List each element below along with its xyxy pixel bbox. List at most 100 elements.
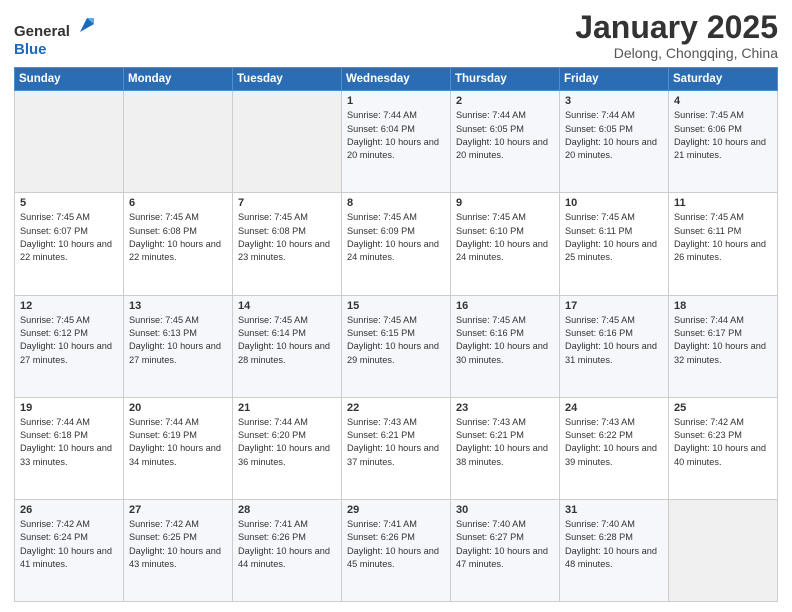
calendar-body: 1 Sunrise: 7:44 AMSunset: 6:04 PMDaylight…: [15, 91, 778, 602]
calendar-cell: 19 Sunrise: 7:44 AMSunset: 6:18 PMDayligh…: [15, 397, 124, 499]
calendar-cell: 25Sunrise: 7:42 AMSunset: 6:23 PMDayligh…: [669, 397, 778, 499]
day-number: 23: [456, 402, 554, 414]
calendar-cell: 21Sunrise: 7:44 AMSunset: 6:20 PMDayligh…: [233, 397, 342, 499]
cell-info: Sunrise: 7:45 AMSunset: 6:11 PMDaylight:…: [674, 211, 772, 264]
cell-info: Sunrise: 7:41 AMSunset: 6:26 PMDaylight:…: [347, 518, 445, 571]
calendar-cell: [124, 91, 233, 193]
calendar-cell: 26 Sunrise: 7:42 AMSunset: 6:24 PMDayligh…: [15, 499, 124, 601]
day-header-sunday: Sunday: [15, 68, 124, 91]
calendar-week-2: 5 Sunrise: 7:45 AMSunset: 6:07 PMDaylight…: [15, 193, 778, 295]
calendar-cell: 5 Sunrise: 7:45 AMSunset: 6:07 PMDaylight…: [15, 193, 124, 295]
day-number: 24: [565, 402, 663, 414]
cell-info: Sunrise: 7:45 AMSunset: 6:15 PMDaylight:…: [347, 314, 445, 367]
calendar-cell: [233, 91, 342, 193]
day-number: 25: [674, 402, 772, 414]
day-number: 3: [565, 95, 663, 107]
calendar-cell: [15, 91, 124, 193]
day-number: 29: [347, 504, 445, 516]
calendar-cell: 3Sunrise: 7:44 AMSunset: 6:05 PMDaylight…: [560, 91, 669, 193]
calendar-table: SundayMondayTuesdayWednesdayThursdayFrid…: [14, 67, 778, 602]
cell-info: Sunrise: 7:45 AMSunset: 6:13 PMDaylight:…: [129, 314, 227, 367]
day-number: 15: [347, 300, 445, 312]
calendar-week-3: 12 Sunrise: 7:45 AMSunset: 6:12 PMDayligh…: [15, 295, 778, 397]
day-number: 5: [20, 197, 118, 209]
logo-general: General: [14, 23, 70, 40]
logo: General Blue: [14, 14, 98, 59]
day-number: 19: [20, 402, 118, 414]
day-number: 30: [456, 504, 554, 516]
cell-info: Sunrise: 7:42 AMSunset: 6:24 PMDaylight:…: [20, 518, 118, 571]
logo-icon: [76, 14, 98, 36]
calendar-cell: 11Sunrise: 7:45 AMSunset: 6:11 PMDayligh…: [669, 193, 778, 295]
day-number: 18: [674, 300, 772, 312]
calendar-cell: 24 Sunrise: 7:43 AMSunset: 6:22 PMDayligh…: [560, 397, 669, 499]
day-number: 22: [347, 402, 445, 414]
page: General Blue January 2025 Delong, Chongq…: [0, 0, 792, 612]
day-number: 14: [238, 300, 336, 312]
cell-info: Sunrise: 7:45 AMSunset: 6:14 PMDaylight:…: [238, 314, 336, 367]
title-block: January 2025 Delong, Chongqing, China: [575, 10, 778, 61]
day-number: 31: [565, 504, 663, 516]
day-number: 1: [347, 95, 445, 107]
cell-info: Sunrise: 7:42 AMSunset: 6:25 PMDaylight:…: [129, 518, 227, 571]
day-header-thursday: Thursday: [451, 68, 560, 91]
cell-info: Sunrise: 7:45 AMSunset: 6:08 PMDaylight:…: [129, 211, 227, 264]
cell-info: Sunrise: 7:41 AMSunset: 6:26 PMDaylight:…: [238, 518, 336, 571]
day-number: 17: [565, 300, 663, 312]
cell-info: Sunrise: 7:44 AMSunset: 6:05 PMDaylight:…: [456, 109, 554, 162]
cell-info: Sunrise: 7:45 AMSunset: 6:16 PMDaylight:…: [456, 314, 554, 367]
calendar-cell: 14 Sunrise: 7:45 AMSunset: 6:14 PMDayligh…: [233, 295, 342, 397]
day-number: 20: [129, 402, 227, 414]
cell-info: Sunrise: 7:45 AMSunset: 6:12 PMDaylight:…: [20, 314, 118, 367]
day-number: 9: [456, 197, 554, 209]
calendar-cell: 1 Sunrise: 7:44 AMSunset: 6:04 PMDaylight…: [342, 91, 451, 193]
cell-info: Sunrise: 7:40 AMSunset: 6:28 PMDaylight:…: [565, 518, 663, 571]
calendar-cell: 15 Sunrise: 7:45 AMSunset: 6:15 PMDayligh…: [342, 295, 451, 397]
cell-info: Sunrise: 7:40 AMSunset: 6:27 PMDaylight:…: [456, 518, 554, 571]
cell-info: Sunrise: 7:45 AMSunset: 6:06 PMDaylight:…: [674, 109, 772, 162]
calendar-cell: 28 Sunrise: 7:41 AMSunset: 6:26 PMDayligh…: [233, 499, 342, 601]
cell-info: Sunrise: 7:43 AMSunset: 6:21 PMDaylight:…: [456, 416, 554, 469]
day-number: 6: [129, 197, 227, 209]
day-number: 8: [347, 197, 445, 209]
calendar-cell: 31 Sunrise: 7:40 AMSunset: 6:28 PMDayligh…: [560, 499, 669, 601]
calendar-cell: 29 Sunrise: 7:41 AMSunset: 6:26 PMDayligh…: [342, 499, 451, 601]
cell-info: Sunrise: 7:43 AMSunset: 6:22 PMDaylight:…: [565, 416, 663, 469]
calendar-cell: 18 Sunrise: 7:44 AMSunset: 6:17 PMDayligh…: [669, 295, 778, 397]
cell-info: Sunrise: 7:44 AMSunset: 6:18 PMDaylight:…: [20, 416, 118, 469]
calendar-cell: 23 Sunrise: 7:43 AMSunset: 6:21 PMDayligh…: [451, 397, 560, 499]
day-number: 12: [20, 300, 118, 312]
day-header-tuesday: Tuesday: [233, 68, 342, 91]
location: Delong, Chongqing, China: [575, 45, 778, 61]
cell-info: Sunrise: 7:45 AMSunset: 6:08 PMDaylight:…: [238, 211, 336, 264]
cell-info: Sunrise: 7:44 AMSunset: 6:19 PMDaylight:…: [129, 416, 227, 469]
calendar-cell: 2 Sunrise: 7:44 AMSunset: 6:05 PMDaylight…: [451, 91, 560, 193]
calendar-cell: 12 Sunrise: 7:45 AMSunset: 6:12 PMDayligh…: [15, 295, 124, 397]
calendar-cell: 6 Sunrise: 7:45 AMSunset: 6:08 PMDaylight…: [124, 193, 233, 295]
cell-info: Sunrise: 7:45 AMSunset: 6:11 PMDaylight:…: [565, 211, 663, 264]
calendar-cell: 16 Sunrise: 7:45 AMSunset: 6:16 PMDayligh…: [451, 295, 560, 397]
day-number: 4: [674, 95, 772, 107]
day-header-wednesday: Wednesday: [342, 68, 451, 91]
calendar-cell: 4 Sunrise: 7:45 AMSunset: 6:06 PMDaylight…: [669, 91, 778, 193]
calendar-cell: 20 Sunrise: 7:44 AMSunset: 6:19 PMDayligh…: [124, 397, 233, 499]
cell-info: Sunrise: 7:44 AMSunset: 6:17 PMDaylight:…: [674, 314, 772, 367]
day-number: 13: [129, 300, 227, 312]
calendar-cell: 9Sunrise: 7:45 AMSunset: 6:10 PMDaylight…: [451, 193, 560, 295]
calendar-header-row: SundayMondayTuesdayWednesdayThursdayFrid…: [15, 68, 778, 91]
month-title: January 2025: [575, 10, 778, 45]
day-number: 28: [238, 504, 336, 516]
cell-info: Sunrise: 7:45 AMSunset: 6:09 PMDaylight:…: [347, 211, 445, 264]
day-number: 26: [20, 504, 118, 516]
calendar-week-5: 26 Sunrise: 7:42 AMSunset: 6:24 PMDayligh…: [15, 499, 778, 601]
calendar-cell: 22Sunrise: 7:43 AMSunset: 6:21 PMDayligh…: [342, 397, 451, 499]
cell-info: Sunrise: 7:44 AMSunset: 6:04 PMDaylight:…: [347, 109, 445, 162]
calendar-cell: 17 Sunrise: 7:45 AMSunset: 6:16 PMDayligh…: [560, 295, 669, 397]
calendar-cell: 13 Sunrise: 7:45 AMSunset: 6:13 PMDayligh…: [124, 295, 233, 397]
cell-info: Sunrise: 7:45 AMSunset: 6:16 PMDaylight:…: [565, 314, 663, 367]
cell-info: Sunrise: 7:45 AMSunset: 6:07 PMDaylight:…: [20, 211, 118, 264]
day-number: 16: [456, 300, 554, 312]
day-number: 2: [456, 95, 554, 107]
day-number: 27: [129, 504, 227, 516]
calendar-cell: 10Sunrise: 7:45 AMSunset: 6:11 PMDayligh…: [560, 193, 669, 295]
